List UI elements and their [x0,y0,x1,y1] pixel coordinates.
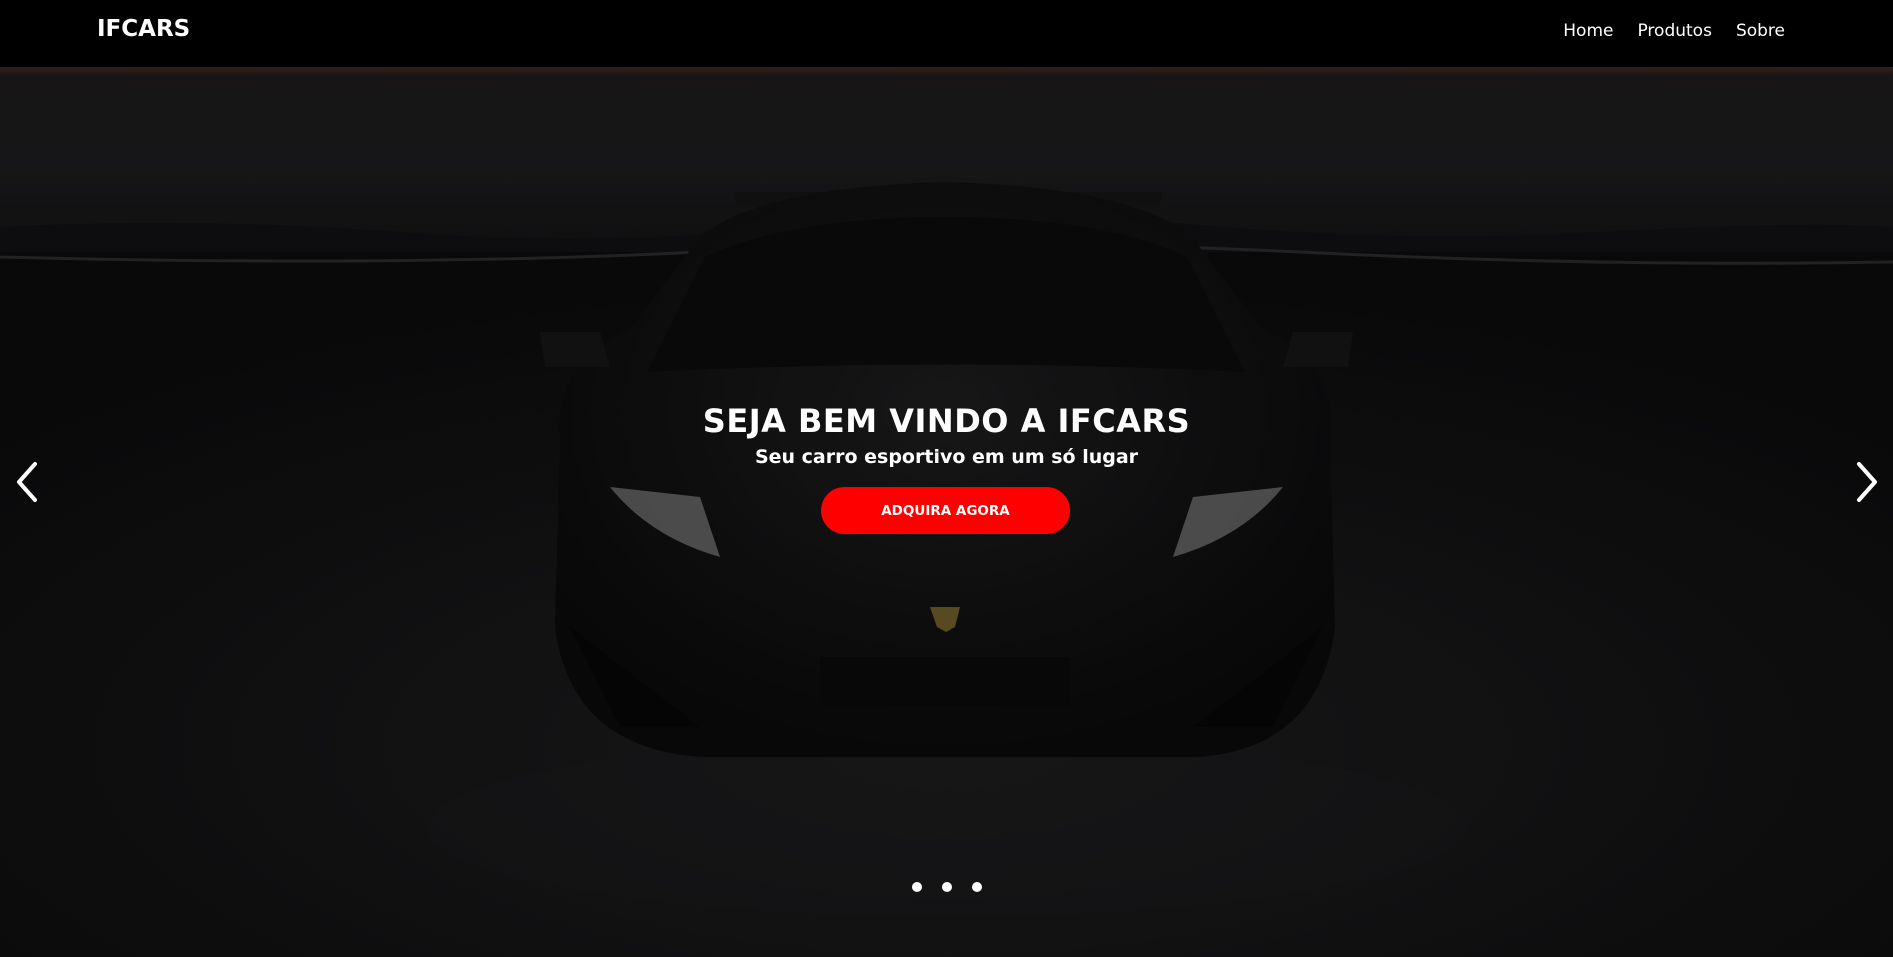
hero-caption: SEJA BEM VINDO A IFCARS Seu carro esport… [0,402,1893,468]
carousel-indicator-2[interactable] [941,882,952,892]
hero-subtitle: Seu carro esportivo em um só lugar [754,446,1139,468]
top-navbar: IFCARS Home Produtos Sobre [0,0,1893,67]
hero-carousel: SEJA BEM VINDO A IFCARS Seu carro esport… [0,67,1893,957]
hero-title: SEJA BEM VINDO A IFCARS [702,402,1191,440]
nav-link-produtos[interactable]: Produtos [1637,21,1711,41]
carousel-indicator-1[interactable] [911,882,922,892]
adquira-agora-button[interactable]: ADQUIRA AGORA [821,487,1070,534]
nav-link-home[interactable]: Home [1563,21,1613,41]
carousel-indicator-3[interactable] [971,882,982,892]
brand-logo[interactable]: IFCARS [97,16,190,42]
nav-link-sobre[interactable]: Sobre [1736,21,1785,41]
carousel-indicators [0,882,1893,892]
nav-links: Home Produtos Sobre [1563,21,1785,41]
